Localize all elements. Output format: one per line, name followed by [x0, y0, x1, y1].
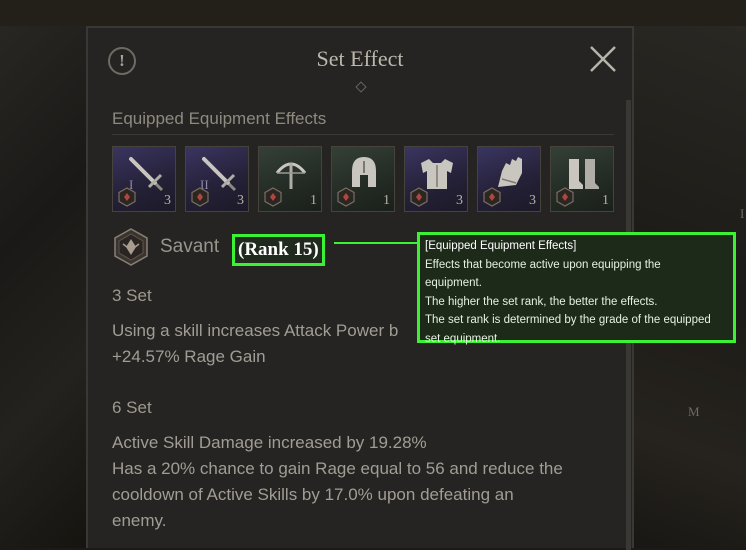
set-rank-highlight: (Rank 15): [232, 234, 325, 266]
equipment-slot-armor[interactable]: 3: [404, 146, 468, 212]
set-bonus-label: 3 Set: [112, 286, 152, 305]
effect-line: cooldown of Active Skills by 17.0% upon …: [112, 485, 514, 504]
set-badge-icon: [264, 187, 282, 207]
tooltip-line: The higher the set rank, the better the …: [425, 295, 658, 308]
tooltip-line: equipment.: [425, 277, 482, 289]
set-badge-icon: [337, 187, 355, 207]
item-count: 3: [237, 193, 244, 208]
set-badge-icon: [410, 187, 428, 207]
tooltip-connector: [334, 242, 420, 244]
set-badge-icon: [118, 187, 136, 207]
set-badge-icon: [556, 187, 574, 207]
item-count: 1: [383, 193, 390, 208]
tooltip-line: Effects that become active upon equippin…: [425, 258, 661, 271]
section-title: Equipped Equipment Effects: [112, 109, 327, 128]
background-label: I: [740, 206, 745, 221]
tooltip-line: The set rank is determined by the grade …: [425, 314, 711, 326]
item-count: 3: [529, 193, 536, 208]
equipment-slot-ranged[interactable]: 1: [258, 146, 322, 212]
divider: [112, 134, 614, 135]
equipment-slot-helmet[interactable]: 1: [331, 146, 395, 212]
equipment-slot-gloves[interactable]: 3: [477, 146, 541, 212]
set-bonus-effect: Active Skill Damage increased by 19.28% …: [112, 430, 632, 534]
set-badge-icon: [483, 187, 501, 207]
title-ornament: [355, 81, 367, 93]
set-badge-icon: [191, 187, 209, 207]
equipment-slot-weapon-1[interactable]: I 3: [112, 146, 176, 212]
equipment-slot-boots[interactable]: 1: [550, 146, 614, 212]
item-count: 3: [456, 193, 463, 208]
tooltip-line: set equipment.: [425, 332, 501, 345]
item-count: 1: [602, 193, 609, 208]
tooltip: [Equipped Equipment Effects] Effects tha…: [417, 232, 736, 345]
equipment-slot-weapon-2[interactable]: II 3: [185, 146, 249, 212]
item-count: 3: [164, 193, 171, 208]
tooltip-title: [Equipped Equipment Effects]: [425, 240, 577, 252]
panel-title: Set Effect: [316, 46, 404, 71]
effect-line: Active Skill Damage increased by 19.28%: [112, 433, 427, 452]
effect-line: Has a 20% chance to gain Rage equal to 5…: [112, 459, 563, 478]
set-bonus-label: 6 Set: [112, 398, 152, 417]
effect-line: enemy.: [112, 511, 167, 530]
equipment-list: I 3 II 3 1 1 3 3 1: [112, 146, 618, 212]
set-name: Savant: [160, 236, 220, 257]
item-count: 1: [310, 193, 317, 208]
background-label: M: [688, 404, 700, 419]
background-top: [0, 0, 746, 26]
close-icon[interactable]: [588, 44, 618, 74]
background-left: [0, 0, 86, 548]
set-emblem-icon: [114, 228, 148, 266]
